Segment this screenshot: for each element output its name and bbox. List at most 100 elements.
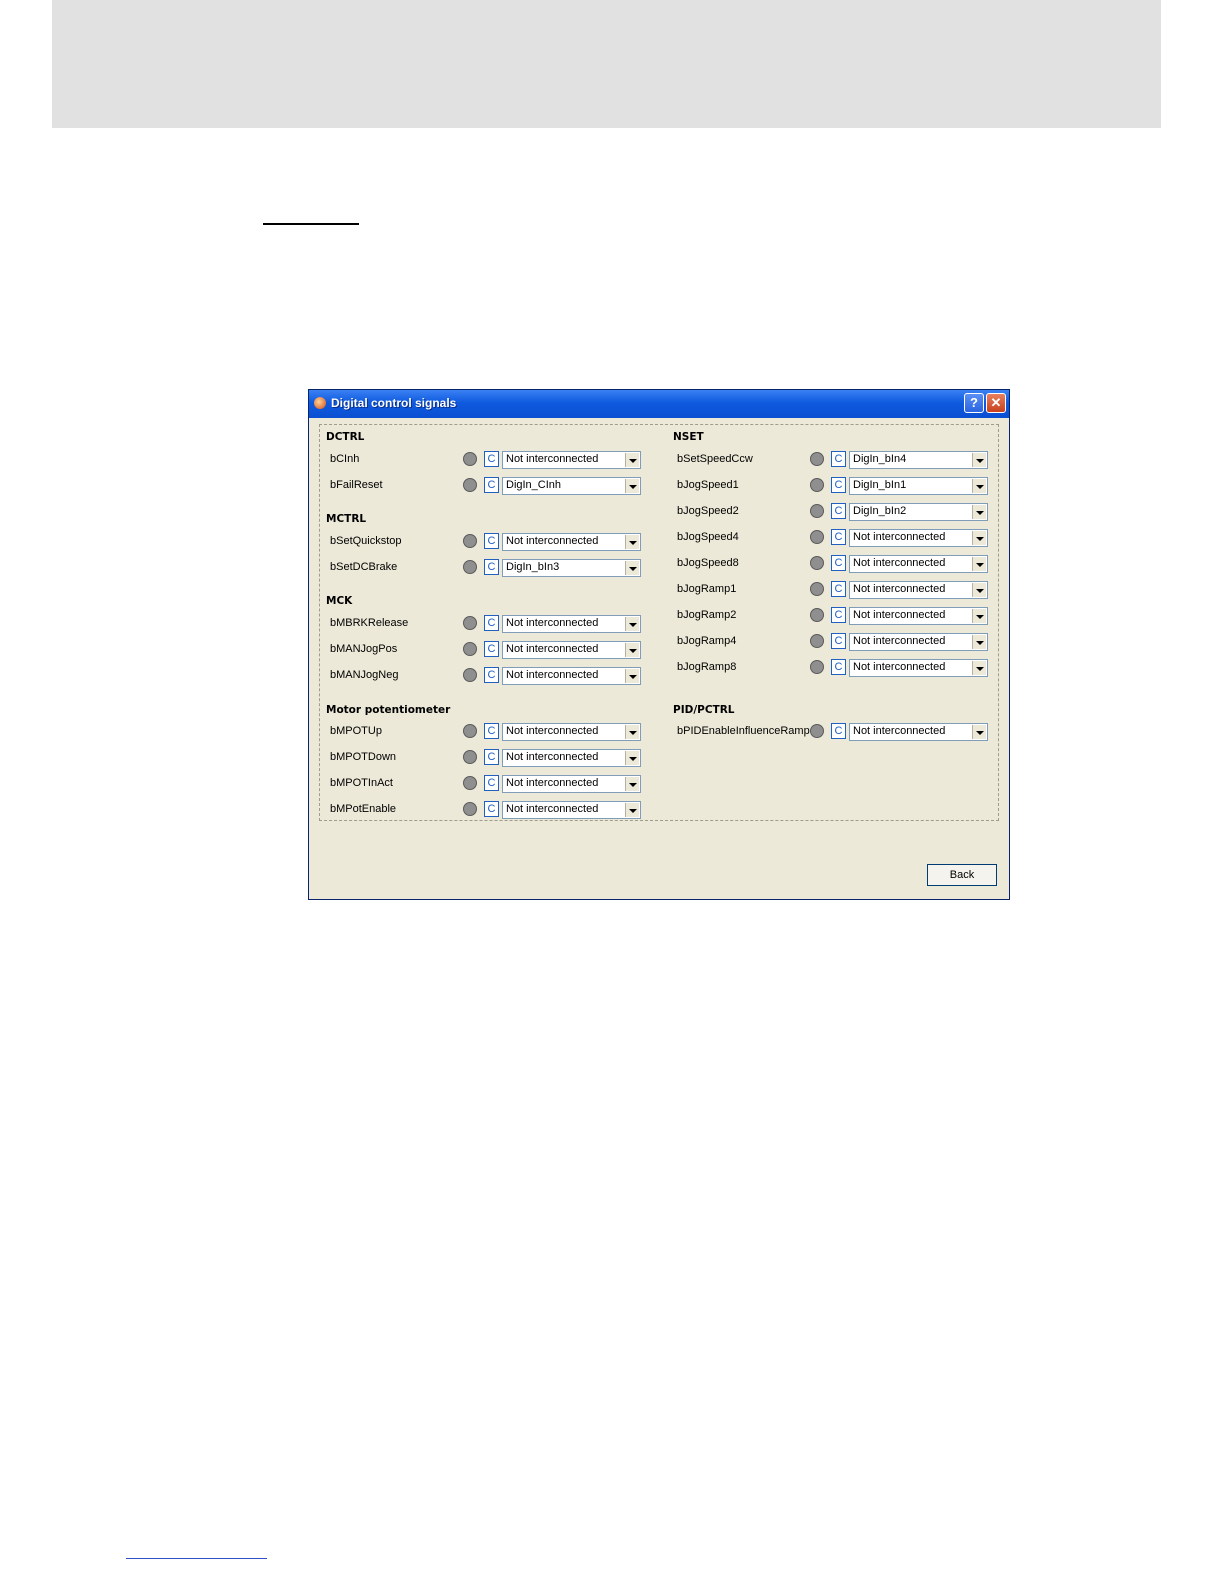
source-select[interactable]: Not interconnected	[502, 749, 641, 767]
configure-c-button[interactable]: C	[484, 559, 499, 575]
source-select[interactable]: Not interconnected	[849, 633, 988, 651]
signal-label: bSetQuickstop	[330, 535, 402, 547]
chevron-down-icon[interactable]	[625, 535, 639, 549]
status-led-icon	[810, 608, 824, 622]
signal-row-bpidenableinfluenceramp: bPIDEnableInfluenceRamp C Not interconne…	[677, 723, 1007, 741]
source-select[interactable]: Not interconnected	[502, 641, 641, 659]
source-select[interactable]: Not interconnected	[849, 723, 988, 741]
configure-c-button[interactable]: C	[831, 723, 846, 739]
source-select-value: Not interconnected	[506, 453, 599, 465]
configure-c-button[interactable]: C	[831, 529, 846, 545]
configure-c-button[interactable]: C	[831, 581, 846, 597]
configure-c-button[interactable]: C	[831, 555, 846, 571]
section-title-mck: MCK	[326, 595, 353, 607]
source-select[interactable]: DigIn_bIn2	[849, 503, 988, 521]
chevron-down-icon[interactable]	[625, 803, 639, 817]
configure-c-button[interactable]: C	[831, 659, 846, 675]
configure-c-button[interactable]: C	[831, 607, 846, 623]
configure-c-button[interactable]: C	[484, 533, 499, 549]
chevron-down-icon[interactable]	[972, 635, 986, 649]
digital-control-signals-dialog: Digital control signals ? ✕ DCTRL bCInh …	[308, 389, 1010, 900]
signal-label: bFailReset	[330, 479, 383, 491]
status-led-icon	[463, 534, 477, 548]
source-select-value: Not interconnected	[853, 531, 946, 543]
chevron-down-icon[interactable]	[972, 583, 986, 597]
source-select[interactable]: DigIn_bIn1	[849, 477, 988, 495]
signal-row-bjogspeed2: bJogSpeed2 C DigIn_bIn2	[677, 503, 1007, 521]
signal-label: bJogSpeed4	[677, 531, 739, 543]
source-select-value: Not interconnected	[506, 777, 599, 789]
source-select[interactable]: Not interconnected	[502, 775, 641, 793]
source-select[interactable]: Not interconnected	[502, 667, 641, 685]
source-select-value: Not interconnected	[506, 535, 599, 547]
chevron-down-icon[interactable]	[972, 557, 986, 571]
configure-c-button[interactable]: C	[484, 477, 499, 493]
dialog-title: Digital control signals	[331, 396, 457, 410]
signal-label: bJogSpeed2	[677, 505, 739, 517]
chevron-down-icon[interactable]	[972, 479, 986, 493]
configure-c-button[interactable]: C	[484, 451, 499, 467]
source-select[interactable]: Not interconnected	[849, 555, 988, 573]
configure-c-button[interactable]: C	[831, 633, 846, 649]
chevron-down-icon[interactable]	[625, 751, 639, 765]
source-select-value: Not interconnected	[506, 803, 599, 815]
source-select[interactable]: Not interconnected	[849, 581, 988, 599]
source-select[interactable]: DigIn_bIn3	[502, 559, 641, 577]
footer-link-underline[interactable]	[126, 1558, 267, 1559]
chevron-down-icon[interactable]	[972, 453, 986, 467]
chevron-down-icon[interactable]	[625, 643, 639, 657]
help-button[interactable]: ?	[964, 393, 984, 413]
chevron-down-icon[interactable]	[625, 617, 639, 631]
source-select-value: DigIn_bIn2	[853, 505, 907, 517]
source-select-value: DigIn_bIn1	[853, 479, 907, 491]
configure-c-button[interactable]: C	[484, 615, 499, 631]
configure-c-button[interactable]: C	[831, 477, 846, 493]
configure-c-button[interactable]: C	[484, 723, 499, 739]
configure-c-button[interactable]: C	[484, 667, 499, 683]
chevron-down-icon[interactable]	[972, 505, 986, 519]
section-title-motor-potentiometer: Motor potentiometer	[326, 704, 451, 716]
signal-row-bcinh: bCInh C Not interconnected	[330, 451, 660, 469]
chevron-down-icon[interactable]	[625, 479, 639, 493]
close-button[interactable]: ✕	[986, 393, 1006, 413]
chevron-down-icon[interactable]	[972, 725, 986, 739]
source-select[interactable]: Not interconnected	[502, 801, 641, 819]
configure-c-button[interactable]: C	[831, 503, 846, 519]
source-select[interactable]: Not interconnected	[502, 533, 641, 551]
source-select[interactable]: Not interconnected	[849, 529, 988, 547]
signal-row-bjogramp2: bJogRamp2 C Not interconnected	[677, 607, 1007, 625]
source-select[interactable]: Not interconnected	[502, 723, 641, 741]
back-button[interactable]: Back	[927, 864, 997, 886]
chevron-down-icon[interactable]	[625, 777, 639, 791]
chevron-down-icon[interactable]	[625, 669, 639, 683]
signal-label: bMANJogPos	[330, 643, 398, 655]
signal-row-bjogramp1: bJogRamp1 C Not interconnected	[677, 581, 1007, 599]
signal-label: bJogRamp8	[677, 661, 737, 673]
status-led-icon	[810, 724, 824, 738]
configure-c-button[interactable]: C	[484, 749, 499, 765]
source-select[interactable]: Not interconnected	[849, 607, 988, 625]
configure-c-button[interactable]: C	[484, 801, 499, 817]
chevron-down-icon[interactable]	[972, 609, 986, 623]
heading-underline	[263, 223, 359, 225]
section-title-nset: NSET	[673, 431, 704, 443]
signal-label: bJogRamp1	[677, 583, 737, 595]
source-select[interactable]: Not interconnected	[502, 451, 641, 469]
configure-c-button[interactable]: C	[831, 451, 846, 467]
chevron-down-icon[interactable]	[625, 453, 639, 467]
chevron-down-icon[interactable]	[625, 725, 639, 739]
chevron-down-icon[interactable]	[625, 561, 639, 575]
source-select[interactable]: Not interconnected	[502, 615, 641, 633]
title-bar[interactable]: Digital control signals ? ✕	[309, 390, 1009, 418]
configure-c-button[interactable]: C	[484, 775, 499, 791]
signal-label: bMPOTInAct	[330, 777, 393, 789]
status-led-icon	[810, 582, 824, 596]
source-select[interactable]: DigIn_bIn4	[849, 451, 988, 469]
source-select[interactable]: DigIn_CInh	[502, 477, 641, 495]
signal-label: bMPotEnable	[330, 803, 397, 815]
signal-label: bJogRamp2	[677, 609, 737, 621]
configure-c-button[interactable]: C	[484, 641, 499, 657]
chevron-down-icon[interactable]	[972, 661, 986, 675]
chevron-down-icon[interactable]	[972, 531, 986, 545]
source-select[interactable]: Not interconnected	[849, 659, 988, 677]
